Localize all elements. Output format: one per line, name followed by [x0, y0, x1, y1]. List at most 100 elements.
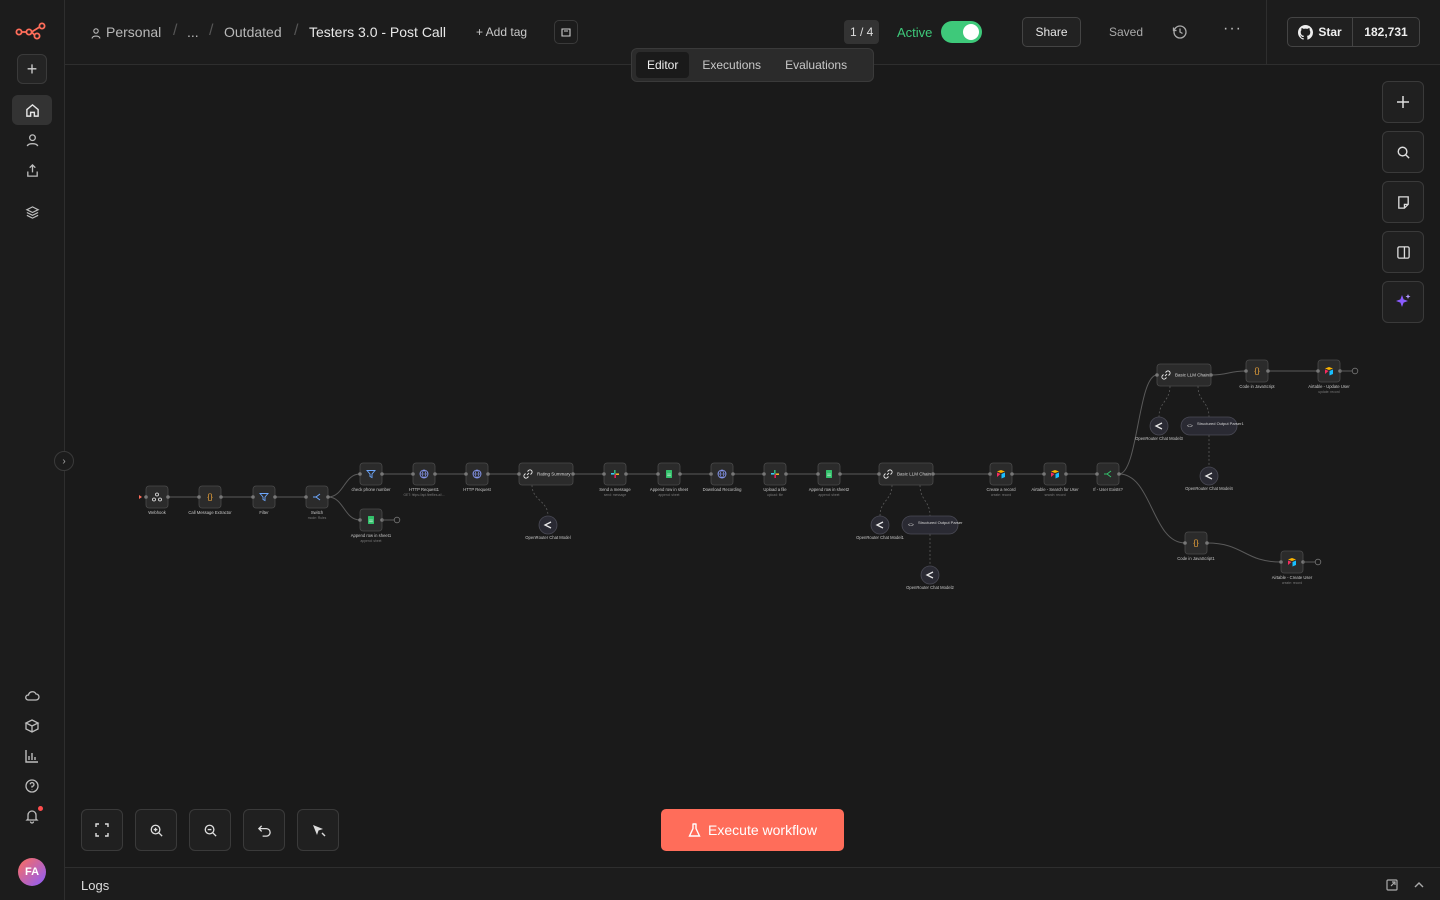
- workflow-node-switch[interactable]: Switchmode: Rules: [304, 485, 330, 520]
- nodes: Webhook {} Call Message Extractor Filter Swi…: [144, 359, 1350, 590]
- zoom-in-button[interactable]: [135, 809, 177, 851]
- add-tag-button[interactable]: + Add tag: [476, 25, 527, 39]
- connection-line[interactable]: [1118, 473, 1186, 544]
- sidebar-item-help[interactable]: [17, 771, 47, 801]
- workflow-node-or2[interactable]: OpenRouter Chat Model2: [906, 565, 955, 590]
- connection-line[interactable]: [327, 473, 361, 498]
- workflow-node-sop1[interactable]: <> Structured Output Parser: [901, 515, 963, 535]
- search-nodes-button[interactable]: [1382, 131, 1424, 173]
- workflow-node-create[interactable]: Create a recordcreate: record: [986, 462, 1016, 497]
- sidebar-collapse-button[interactable]: ›: [54, 451, 74, 471]
- github-star-count: 182,731: [1364, 25, 1408, 39]
- workflow-node-filter[interactable]: Filter: [251, 485, 277, 515]
- breadcrumb-ellipsis[interactable]: ...: [187, 24, 199, 40]
- logs-panel[interactable]: Logs: [65, 867, 1440, 900]
- workflow-node-append3[interactable]: Append row in sheet2append: sheet: [809, 462, 850, 497]
- node-label: Basic LLM Chain: [897, 472, 932, 477]
- ai-connection-line[interactable]: [879, 484, 893, 517]
- workflow-node-llm1[interactable]: Basic LLM Chain: [877, 462, 935, 486]
- more-menu-button[interactable]: ···: [1223, 20, 1242, 38]
- node-label: Create a record: [986, 487, 1016, 492]
- workflow-node-slack1[interactable]: Send a messagesend: message: [599, 462, 631, 497]
- add-next-node-handle[interactable]: [1351, 367, 1359, 375]
- chevron-up-icon[interactable]: [1414, 880, 1424, 890]
- workflow-node-createuser[interactable]: Airtable - Create Usercreate: record: [1272, 550, 1313, 585]
- workflow-node-append1[interactable]: Append row in sheet1append: sheet: [351, 508, 392, 543]
- toggle-panel-button[interactable]: [1382, 231, 1424, 273]
- connection-line[interactable]: [1210, 370, 1247, 376]
- workflow-node-update[interactable]: Airtable - Update Userupdate: record: [1308, 359, 1350, 394]
- share-icon: [26, 163, 38, 177]
- code-bracket-icon: <>: [908, 523, 914, 529]
- sidebar-item-shared[interactable]: [17, 155, 47, 185]
- node-label: Airtable - Search for User: [1031, 487, 1079, 492]
- breadcrumb-folder[interactable]: Outdated: [224, 24, 282, 40]
- node-label: OpenRouter Chat Model: [525, 535, 570, 540]
- add-sticky-button[interactable]: [1382, 181, 1424, 223]
- workflow-canvas[interactable]: Webhook {} Call Message Extractor Filter Swi…: [65, 65, 1440, 867]
- workflow-node-http2[interactable]: HTTP Request: [463, 462, 492, 492]
- sidebar-item-notifications[interactable]: [17, 801, 47, 831]
- add-next-node-handle[interactable]: [393, 516, 401, 524]
- code-icon: {}: [207, 493, 213, 502]
- connection-line[interactable]: [327, 496, 361, 521]
- breadcrumb-separator: /: [294, 22, 299, 39]
- workflow-node-rating[interactable]: Rating Summary: [517, 462, 575, 486]
- workflow-node-ifuser[interactable]: If - User Exists?: [1093, 462, 1123, 492]
- ai-connection-line[interactable]: [1158, 385, 1171, 418]
- sidebar-item-insights[interactable]: [17, 741, 47, 771]
- sidebar-item-cloud[interactable]: [17, 681, 47, 711]
- workflow-node-slack2[interactable]: Upload a fileupload: file: [762, 462, 788, 497]
- workflow-node-code2[interactable]: {} Code in JavaScript1: [1177, 531, 1215, 561]
- execute-workflow-button[interactable]: Execute workflow: [661, 809, 844, 851]
- workflow-node-append2[interactable]: Append row in sheetappend: sheet: [650, 462, 689, 497]
- share-button[interactable]: Share: [1022, 17, 1081, 47]
- workflow-node-or1[interactable]: OpenRouter Chat Model1: [856, 515, 905, 540]
- sidebar-item-personal[interactable]: [17, 125, 47, 155]
- add-node-button[interactable]: [1382, 81, 1424, 123]
- workflow-title[interactable]: Testers 3.0 - Post Call: [309, 24, 446, 40]
- connection-line[interactable]: [1206, 542, 1282, 563]
- workflow-node-sop2[interactable]: <> Structured Output Parser1: [1180, 416, 1244, 436]
- notification-dot: [38, 806, 43, 811]
- node-subtitle: create: record: [1282, 581, 1303, 585]
- workflow-node-extract[interactable]: {} Call Message Extractor: [188, 485, 232, 515]
- n8n-logo[interactable]: [15, 20, 47, 40]
- connections: [168, 370, 1318, 566]
- workflow-node-download[interactable]: Download Recording: [703, 462, 743, 492]
- sidebar-item-projects[interactable]: [17, 197, 47, 227]
- add-next-node-handle[interactable]: [1314, 558, 1322, 566]
- workflow-node-check[interactable]: check phone number: [351, 462, 391, 492]
- workflow-node-http1[interactable]: HTTP Request1GET: https://api.fireflies.…: [403, 462, 445, 497]
- history-icon[interactable]: [1171, 23, 1189, 41]
- active-toggle[interactable]: [941, 21, 982, 43]
- workflow-node-or4[interactable]: OpenRouter Chat Model4: [1185, 466, 1234, 491]
- create-button[interactable]: +: [17, 54, 47, 84]
- fit-view-button[interactable]: [81, 809, 123, 851]
- undo-button[interactable]: [243, 809, 285, 851]
- workflow-node-webhook[interactable]: Webhook: [144, 485, 170, 515]
- ai-assistant-button[interactable]: [1382, 281, 1424, 323]
- workflow-graph[interactable]: Webhook {} Call Message Extractor Filter Swi…: [65, 65, 1440, 867]
- node-label: Append row in sheet1: [351, 533, 392, 538]
- sidebar-item-home[interactable]: [12, 95, 52, 125]
- node-label: OpenRouter Chat Model2: [906, 585, 954, 590]
- ai-connection-line[interactable]: [919, 484, 931, 517]
- github-star-button[interactable]: Star 182,731: [1287, 17, 1420, 47]
- zoom-out-button[interactable]: [189, 809, 231, 851]
- workflow-node-llm2[interactable]: Basic LLM Chain1: [1155, 363, 1213, 387]
- sidebar-item-templates[interactable]: [17, 711, 47, 741]
- popout-icon[interactable]: [1385, 878, 1399, 892]
- node-label: Append row in sheet2: [809, 487, 850, 492]
- avatar[interactable]: FA: [18, 858, 46, 886]
- node-label: Send a message: [599, 487, 631, 492]
- workflow-node-code1[interactable]: {} Code in JavaScript: [1239, 359, 1275, 389]
- workflow-node-search[interactable]: Airtable - Search for Usersearch: record: [1031, 462, 1079, 497]
- tidy-up-button[interactable]: [297, 809, 339, 851]
- workflow-node-or0[interactable]: OpenRouter Chat Model: [525, 515, 571, 540]
- ai-connection-line[interactable]: [1197, 385, 1210, 418]
- breadcrumb-owner[interactable]: Personal: [106, 24, 161, 40]
- workflow-node-or3[interactable]: OpenRouter Chat Model3: [1135, 416, 1184, 441]
- ai-connection-line[interactable]: [531, 484, 549, 517]
- archive-button[interactable]: [554, 20, 578, 44]
